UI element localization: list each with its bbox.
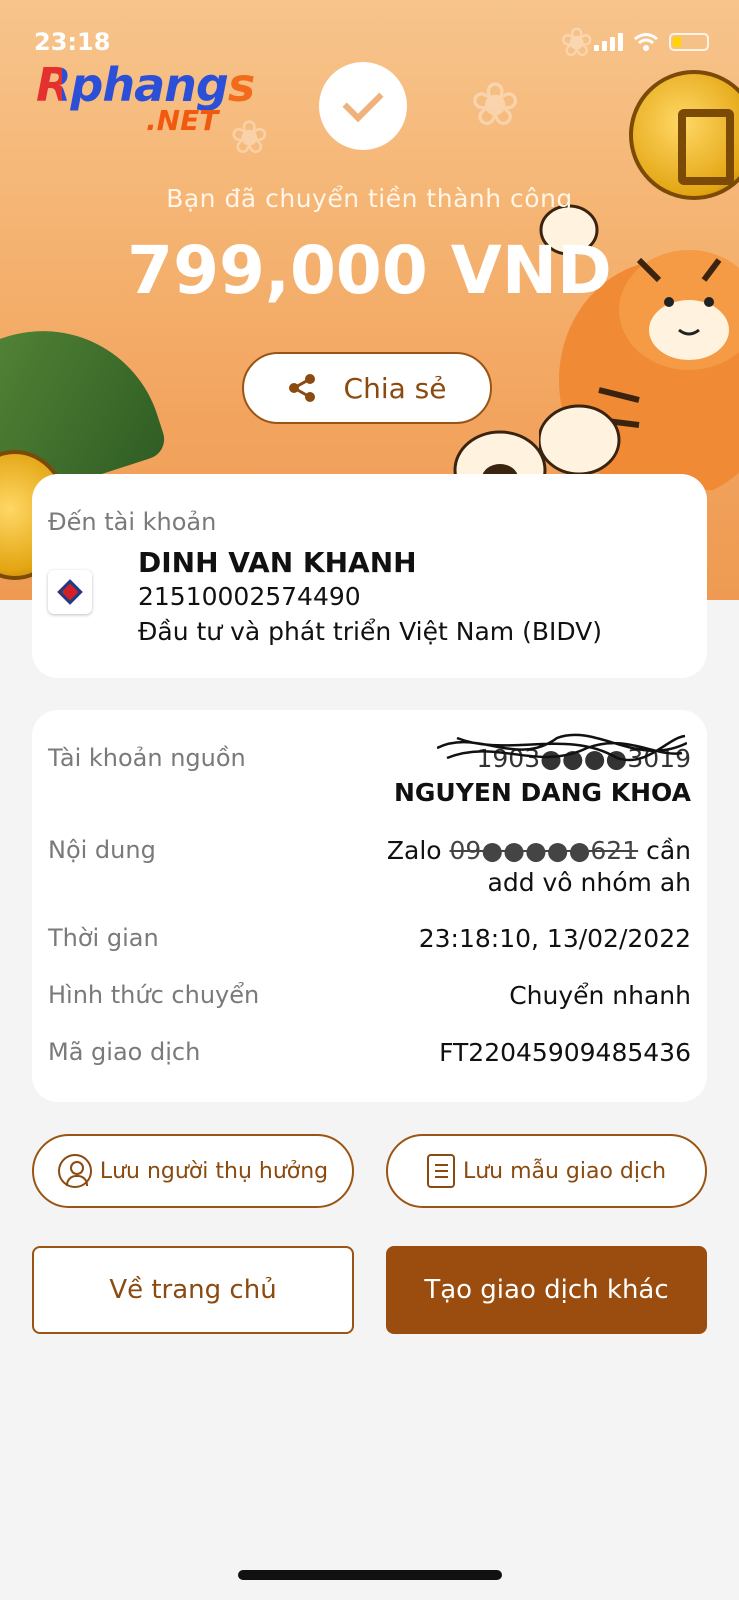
bank-logo <box>48 570 92 614</box>
success-message: Bạn đã chuyển tiền thành công <box>166 184 573 213</box>
flower-decoration: ❀ <box>560 20 594 66</box>
save-template-label: Lưu mẫu giao dịch <box>462 1158 667 1184</box>
content-suffix: cần <box>646 836 691 865</box>
source-account-name: NGUYEN DANG KHOA <box>393 778 691 807</box>
transfer-method-value: Chuyển nhanh <box>509 981 691 1010</box>
share-label: Chia sẻ <box>343 371 447 405</box>
transaction-details-card: Tài khoản nguồn 1903●●●●3019 NGUYEN DANG… <box>32 710 707 1102</box>
transfer-amount: 799,000 VND <box>127 232 612 309</box>
transfer-method-label: Hình thức chuyển <box>48 981 260 1009</box>
content-value: Zalo 09●●●●●621 cần <box>387 836 691 865</box>
recipient-name: DINH VAN KHANH <box>138 546 417 579</box>
time-label: Thời gian <box>48 924 159 952</box>
share-icon <box>288 374 315 402</box>
status-icons <box>594 32 709 52</box>
flower-decoration: ❀ <box>230 110 269 164</box>
check-icon <box>319 62 407 150</box>
content-prefix: Zalo <box>386 836 442 865</box>
content-line-2: add vô nhóm ah <box>487 868 692 897</box>
status-time: 23:18 <box>34 28 111 56</box>
recipient-bank: Đầu tư và phát triển Việt Nam (BIDV) <box>138 617 603 646</box>
new-transaction-button[interactable]: Tạo giao dịch khác <box>386 1246 707 1334</box>
source-account-label: Tài khoản nguồn <box>48 744 246 772</box>
watermark-suffix: .NET <box>146 104 219 137</box>
receipt-icon <box>426 1154 455 1188</box>
wifi-icon <box>634 33 658 51</box>
user-icon <box>57 1154 92 1188</box>
content-label: Nội dung <box>48 836 156 864</box>
recipient-account-number: 21510002574490 <box>138 582 361 611</box>
home-indicator[interactable] <box>238 1570 502 1580</box>
coin-decoration <box>629 70 739 200</box>
transaction-id-value: FT22045909485436 <box>439 1038 691 1067</box>
time-value: 23:18:10, 13/02/2022 <box>418 924 691 953</box>
flower-decoration: ❀ <box>470 70 521 140</box>
recipient-card: Đến tài khoản DINH VAN KHANH 21510002574… <box>32 474 707 678</box>
cellular-signal-icon <box>594 33 623 51</box>
home-button[interactable]: Về trang chủ <box>32 1246 354 1334</box>
save-template-button[interactable]: Lưu mẫu giao dịch <box>386 1134 707 1208</box>
share-button[interactable]: Chia sẻ <box>242 352 492 424</box>
redaction-scribble <box>437 733 687 762</box>
battery-icon <box>669 33 709 51</box>
transaction-id-label: Mã giao dịch <box>48 1038 201 1066</box>
save-beneficiary-label: Lưu người thụ hưởng <box>99 1158 329 1184</box>
recipient-section-label: Đến tài khoản <box>48 508 217 536</box>
save-beneficiary-button[interactable]: Lưu người thụ hưởng <box>32 1134 354 1208</box>
content-redacted: 09●●●●●621 <box>449 836 639 865</box>
